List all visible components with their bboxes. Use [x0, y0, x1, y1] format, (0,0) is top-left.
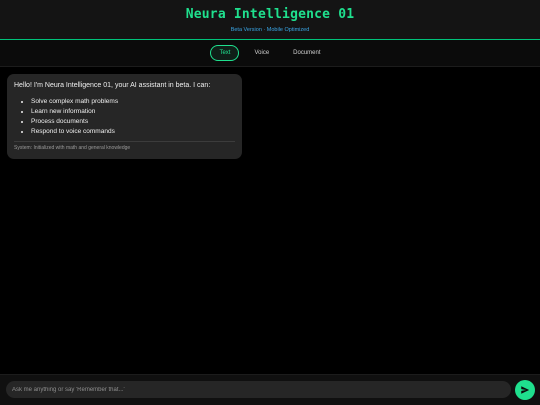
message-divider [14, 141, 235, 142]
tab-text[interactable]: Text [210, 45, 240, 61]
list-item: Process documents [31, 117, 235, 127]
list-item: Learn new information [31, 107, 235, 117]
chat-area: Hello! I'm Neura Intelligence 01, your A… [0, 68, 540, 374]
app-window: Neura Intelligence 01 Beta Version · Mob… [0, 0, 540, 405]
system-note: System: Initialized with math and genera… [14, 145, 131, 151]
mode-tabs: Text Voice Document [0, 40, 540, 67]
list-item: Respond to voice commands [31, 127, 235, 137]
header: Neura Intelligence 01 Beta Version · Mob… [0, 0, 540, 40]
app-subtitle: Beta Version · Mobile Optimized [230, 27, 310, 33]
capability-list: Solve complex math problems Learn new in… [14, 97, 235, 137]
tab-document[interactable]: Document [284, 45, 329, 61]
message-intro: Hello! I'm Neura Intelligence 01, your A… [14, 82, 211, 89]
list-item: Solve complex math problems [31, 97, 235, 107]
send-button[interactable] [515, 380, 535, 400]
tab-voice[interactable]: Voice [245, 45, 278, 61]
assistant-message: Hello! I'm Neura Intelligence 01, your A… [7, 74, 242, 159]
input-bar [0, 374, 540, 405]
app-title: Neura Intelligence 01 [185, 7, 355, 22]
message-input[interactable] [6, 381, 511, 398]
send-arrow-icon [521, 386, 530, 394]
